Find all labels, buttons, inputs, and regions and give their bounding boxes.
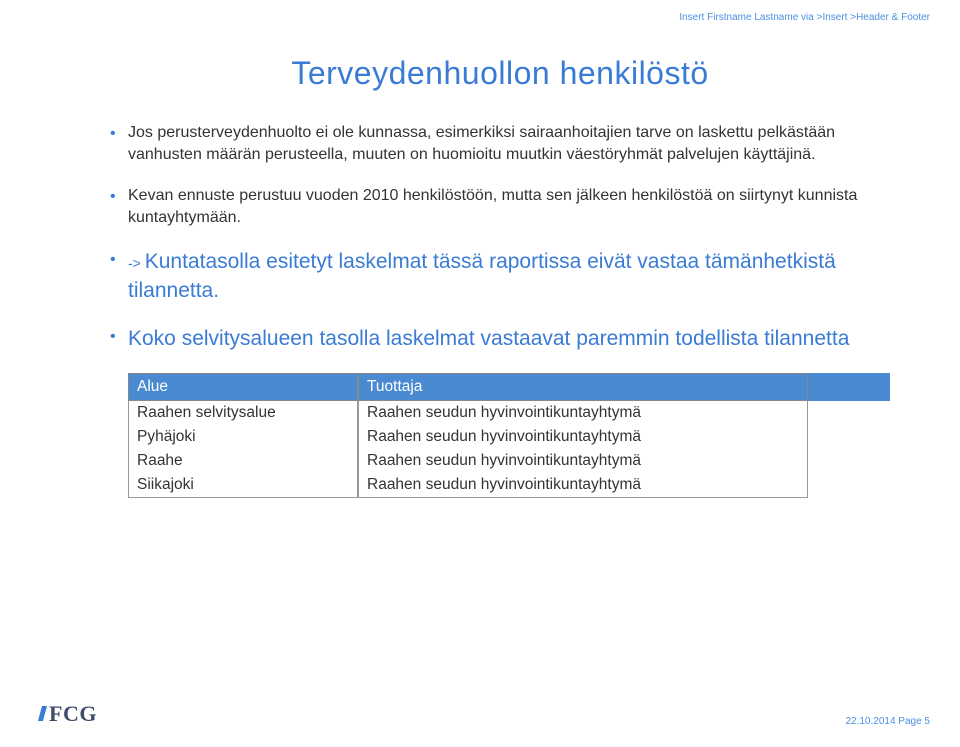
header-note: Insert Firstname Lastname via >Insert >H… [679, 12, 930, 23]
logo: FCG [40, 701, 97, 727]
table-row: Siikajoki Raahen seudun hyvinvointikunta… [128, 473, 890, 498]
data-table: Alue Tuottaja Raahen selvitysalue Raahen… [128, 373, 890, 498]
bullet-text: Jos perusterveydenhuolto ei ole kunnassa… [128, 124, 835, 163]
bullet-text: Koko selvitysalueen tasolla laskelmat va… [128, 327, 849, 350]
footer: FCG 22.10.2014 Page 5 [0, 701, 960, 727]
table-row: Raahen selvitysalue Raahen seudun hyvinv… [128, 401, 890, 425]
bullet-item: Jos perusterveydenhuolto ei ole kunnassa… [110, 122, 890, 165]
logo-bar-icon [38, 706, 47, 721]
table-cell: Pyhäjoki [128, 425, 358, 449]
table-row: Raahe Raahen seudun hyvinvointikuntayhty… [128, 449, 890, 473]
bullet-item: Koko selvitysalueen tasolla laskelmat va… [110, 325, 890, 353]
table-cell: Raahen seudun hyvinvointikuntayhtymä [358, 401, 808, 425]
table-header-row: Alue Tuottaja [128, 373, 890, 401]
logo-text: FCG [49, 701, 97, 727]
table-header-cell: Alue [128, 373, 358, 401]
table-body: Raahen selvitysalue Raahen seudun hyvinv… [128, 401, 890, 498]
table-cell: Raahen selvitysalue [128, 401, 358, 425]
bullet-list: Jos perusterveydenhuolto ei ole kunnassa… [110, 122, 890, 353]
table-header-cell: Tuottaja [358, 373, 808, 401]
table-cell: Raahen seudun hyvinvointikuntayhtymä [358, 425, 808, 449]
bullet-text: Kevan ennuste perustuu vuoden 2010 henki… [128, 187, 857, 226]
bullet-text: Kuntatasolla esitetyt laskelmat tässä ra… [128, 250, 836, 301]
page-info: 22.10.2014 Page 5 [845, 716, 930, 727]
table-cell: Siikajoki [128, 473, 358, 498]
arrow-prefix: -> [128, 255, 145, 271]
table-row: Pyhäjoki Raahen seudun hyvinvointikuntay… [128, 425, 890, 449]
table-cell: Raahen seudun hyvinvointikuntayhtymä [358, 473, 808, 498]
bullet-item: Kevan ennuste perustuu vuoden 2010 henki… [110, 185, 890, 228]
table-cell: Raahen seudun hyvinvointikuntayhtymä [358, 449, 808, 473]
page-title: Terveydenhuollon henkilöstö [110, 55, 890, 92]
table-cell: Raahe [128, 449, 358, 473]
main-content: Terveydenhuollon henkilöstö Jos peruster… [0, 0, 960, 498]
bullet-item: -> Kuntatasolla esitetyt laskelmat tässä… [110, 248, 890, 305]
